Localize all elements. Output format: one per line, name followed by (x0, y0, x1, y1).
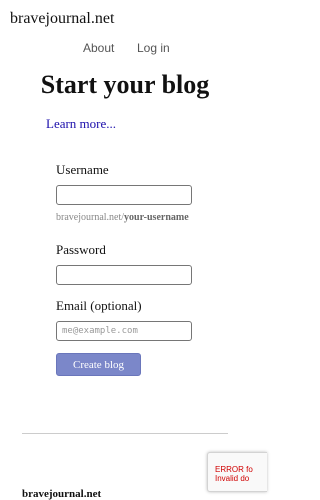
recaptcha-error-line-1: ERROR fo (215, 465, 253, 474)
password-input[interactable] (56, 265, 192, 285)
learn-more-link[interactable]: Learn more... (46, 116, 116, 132)
footer-divider (22, 433, 228, 434)
create-blog-button[interactable]: Create blog (56, 353, 141, 376)
email-input[interactable] (56, 321, 192, 341)
site-name[interactable]: bravejournal.net (10, 10, 114, 28)
blog-url-placeholder: your-username (124, 212, 189, 223)
password-label: Password (56, 242, 106, 257)
nav-login-link[interactable]: Log in (137, 41, 170, 55)
username-input[interactable] (56, 185, 192, 205)
page-title: Start your blog (40, 70, 210, 99)
recaptcha-error-line-2: Invalid do (215, 474, 250, 483)
blog-url-hint: bravejournal.net/your-username (56, 212, 189, 223)
blog-url-prefix: bravejournal.net/ (56, 212, 125, 223)
footer-site-name[interactable]: bravejournal.net (22, 488, 101, 500)
recaptcha-error-badge[interactable]: ERROR fo Invalid do (207, 452, 267, 492)
username-label: Username (56, 162, 109, 177)
email-label: Email (optional) (56, 298, 142, 313)
nav-about-link[interactable]: About (83, 41, 114, 55)
